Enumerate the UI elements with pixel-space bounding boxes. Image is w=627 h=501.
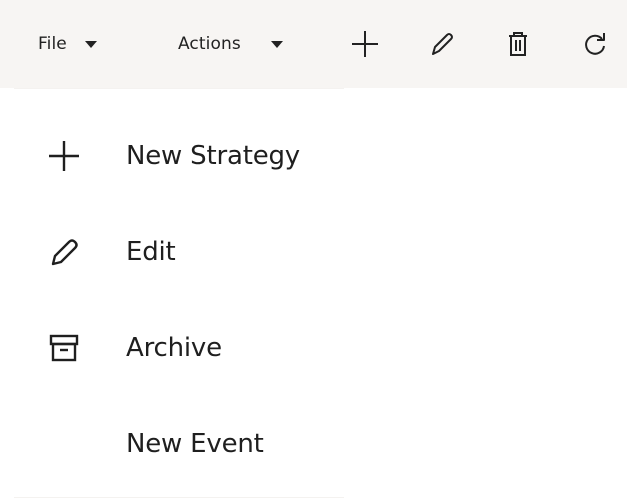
menu-bottom-divider — [14, 497, 344, 498]
actions-menu-button[interactable]: Actions — [178, 0, 283, 88]
menu-item-new-strategy[interactable]: New Strategy — [0, 108, 627, 204]
menu-item-edit[interactable]: Edit — [0, 204, 627, 300]
menu-item-new-event[interactable]: New Event — [0, 396, 627, 492]
toolbar-divider — [14, 88, 344, 89]
plus-icon — [44, 136, 84, 176]
plus-icon — [352, 31, 378, 57]
pencil-icon — [432, 33, 453, 55]
refresh-icon — [585, 33, 605, 55]
menu-item-label: New Strategy — [126, 141, 300, 171]
menu-item-label: Archive — [126, 333, 222, 363]
pencil-icon — [44, 232, 84, 272]
menu-item-label: New Event — [126, 429, 264, 459]
menu-item-archive[interactable]: Archive — [0, 300, 627, 396]
edit-button[interactable] — [424, 26, 460, 62]
menu-item-label: Edit — [126, 237, 176, 267]
archive-box-icon — [44, 328, 84, 368]
chevron-down-icon — [270, 40, 283, 48]
delete-button[interactable] — [500, 26, 536, 62]
chevron-down-icon — [84, 40, 97, 48]
toolbar: File Actions — [0, 0, 627, 88]
actions-menu-label: Actions — [178, 34, 241, 54]
actions-dropdown-menu: New Strategy Edit Archive New Event — [0, 96, 627, 501]
refresh-button[interactable] — [577, 26, 613, 62]
file-menu-button[interactable]: File — [38, 0, 97, 88]
add-button[interactable] — [347, 26, 383, 62]
file-menu-label: File — [38, 34, 67, 54]
trash-icon — [509, 32, 527, 56]
